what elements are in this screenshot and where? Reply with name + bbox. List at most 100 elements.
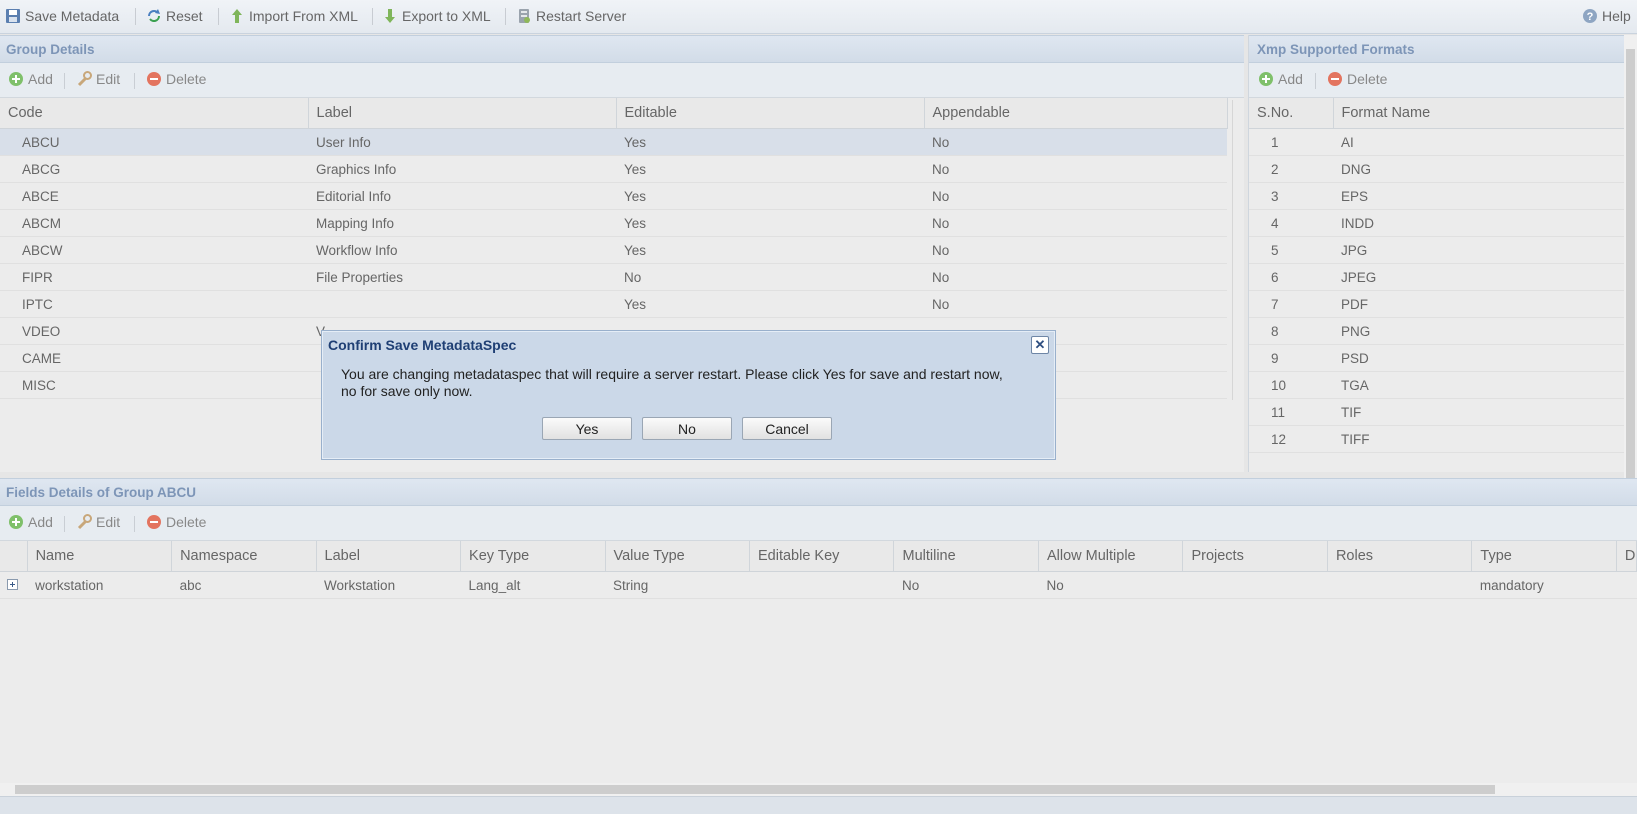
table-row[interactable]: 10 TGA [1249,371,1629,399]
table-cell: 4 [1249,209,1333,237]
panel-title: Xmp Supported Formats [1249,35,1629,63]
add-label: Add [28,71,53,87]
table-row[interactable]: 12 TIFF [1249,425,1629,453]
wrench-icon [76,71,92,87]
delete-label: Delete [166,71,207,87]
column-header[interactable]: Multiline [893,541,1039,572]
table-row[interactable]: 1 AI [1249,128,1629,156]
svg-text:?: ? [1587,11,1594,23]
restart-server-button[interactable]: Restart Server [516,6,626,26]
table-row[interactable]: ABCG Graphics Info Yes No [0,155,1227,183]
table-cell: DNG [1333,155,1629,183]
table-cell: PDF [1333,290,1629,318]
column-header[interactable]: Editable Key [749,541,895,572]
table-cell: JPEG [1333,263,1629,291]
import-xml-label: Import From XML [249,8,358,24]
column-header[interactable]: Code [0,98,309,129]
reset-button[interactable]: Reset [146,6,203,26]
table-cell: ABCM [0,209,308,237]
close-icon[interactable]: ✕ [1031,336,1049,354]
panel-title: Fields Details of Group ABCU [0,478,1637,506]
table-header: Code Label Editable Appendable [0,98,1228,129]
column-header[interactable]: Appendable [924,98,1228,129]
column-header[interactable]: Editable [616,98,925,129]
column-header[interactable]: Projects [1182,541,1328,572]
table-cell: PNG [1333,317,1629,345]
save-metadata-label: Save Metadata [25,8,120,24]
save-metadata-button[interactable]: Save Metadata [5,6,119,26]
export-xml-button[interactable]: Export to XML [382,6,491,26]
column-header[interactable]: Value Type [605,541,751,572]
table-cell: 10 [1249,371,1333,399]
table-row[interactable]: workstation abc Workstation Lang_alt String N… [0,571,1637,599]
table-cell: FIPR [0,263,308,291]
yes-button[interactable]: Yes [542,417,632,440]
table-cell: No [924,155,1227,183]
edit-label: Edit [96,514,121,530]
delete-format-button[interactable]: Delete [1327,71,1387,87]
table-cell: No [924,209,1227,237]
expand-row-icon[interactable] [0,571,28,599]
edit-label: Edit [96,71,121,87]
delete-field-button[interactable]: Delete [146,514,206,530]
table-cell: No [924,263,1227,291]
column-header[interactable]: Type [1471,541,1617,572]
table-row[interactable]: 11 TIF [1249,398,1629,426]
table-cell: 7 [1249,290,1333,318]
column-header[interactable]: Label [308,98,617,129]
table-row[interactable]: 4 INDD [1249,209,1629,237]
table-row[interactable]: 8 PNG [1249,317,1629,345]
edit-group-button[interactable]: Edit [76,71,120,87]
table-cell: No [924,128,1227,156]
import-xml-button[interactable]: Import From XML [229,6,358,26]
table-row[interactable]: FIPR File Properties No No [0,263,1227,291]
column-header[interactable]: S.No. [1249,98,1334,129]
help-button[interactable]: ? Help [1582,6,1631,26]
table-cell: Editorial Info [308,182,616,210]
add-format-button[interactable]: Add [1258,71,1303,87]
edit-field-button[interactable]: Edit [76,514,120,530]
column-header[interactable]: Format Name [1333,98,1630,129]
table-cell: 1 [1249,128,1333,156]
restart-server-label: Restart Server [536,8,627,24]
table-cell: No [924,290,1227,318]
column-header[interactable]: Name [27,541,173,572]
table-cell: VDEO [0,317,308,345]
scrollbar-thumb[interactable] [15,785,1495,794]
no-button[interactable]: No [642,417,732,440]
table-row[interactable]: ABCE Editorial Info Yes No [0,182,1227,210]
add-field-button[interactable]: Add [8,514,53,530]
column-header[interactable]: Allow Multiple [1038,541,1184,572]
table-cell: EPS [1333,182,1629,210]
cancel-button[interactable]: Cancel [742,417,832,440]
table-row[interactable]: ABCW Workflow Info Yes No [0,236,1227,264]
table-row[interactable]: ABCU User Info Yes No [0,128,1227,156]
fields-details-tools: Add Edit Delete [0,506,1637,541]
table-row[interactable]: 9 PSD [1249,344,1629,372]
horizontal-scrollbar[interactable] [0,783,1637,796]
add-icon [8,514,24,530]
delete-group-button[interactable]: Delete [146,71,206,87]
add-group-button[interactable]: Add [8,71,53,87]
table-row[interactable]: IPTC Yes No [0,290,1227,318]
table-row[interactable]: 6 JPEG [1249,263,1629,291]
table-row[interactable]: 5 JPG [1249,236,1629,264]
delete-icon [1327,71,1343,87]
delete-label: Delete [166,514,207,530]
reset-label: Reset [166,8,203,24]
column-header[interactable]: D [1616,541,1637,572]
column-header[interactable]: Label [316,541,462,572]
table-cell: No [616,263,924,291]
table-row[interactable]: 2 DNG [1249,155,1629,183]
help-label: Help [1602,8,1631,24]
column-header[interactable]: Key Type [460,541,606,572]
table-row[interactable]: ABCM Mapping Info Yes No [0,209,1227,237]
table-row[interactable]: 3 EPS [1249,182,1629,210]
column-header[interactable]: Roles [1327,541,1473,572]
table-cell: AI [1333,128,1629,156]
table-cell: No [893,571,1039,599]
table-row[interactable]: 7 PDF [1249,290,1629,318]
table-cell: Lang_alt [460,571,606,599]
fields-details-panel: Fields Details of Group ABCU Add Edit De… [0,478,1637,796]
column-header[interactable]: Namespace [171,541,317,572]
